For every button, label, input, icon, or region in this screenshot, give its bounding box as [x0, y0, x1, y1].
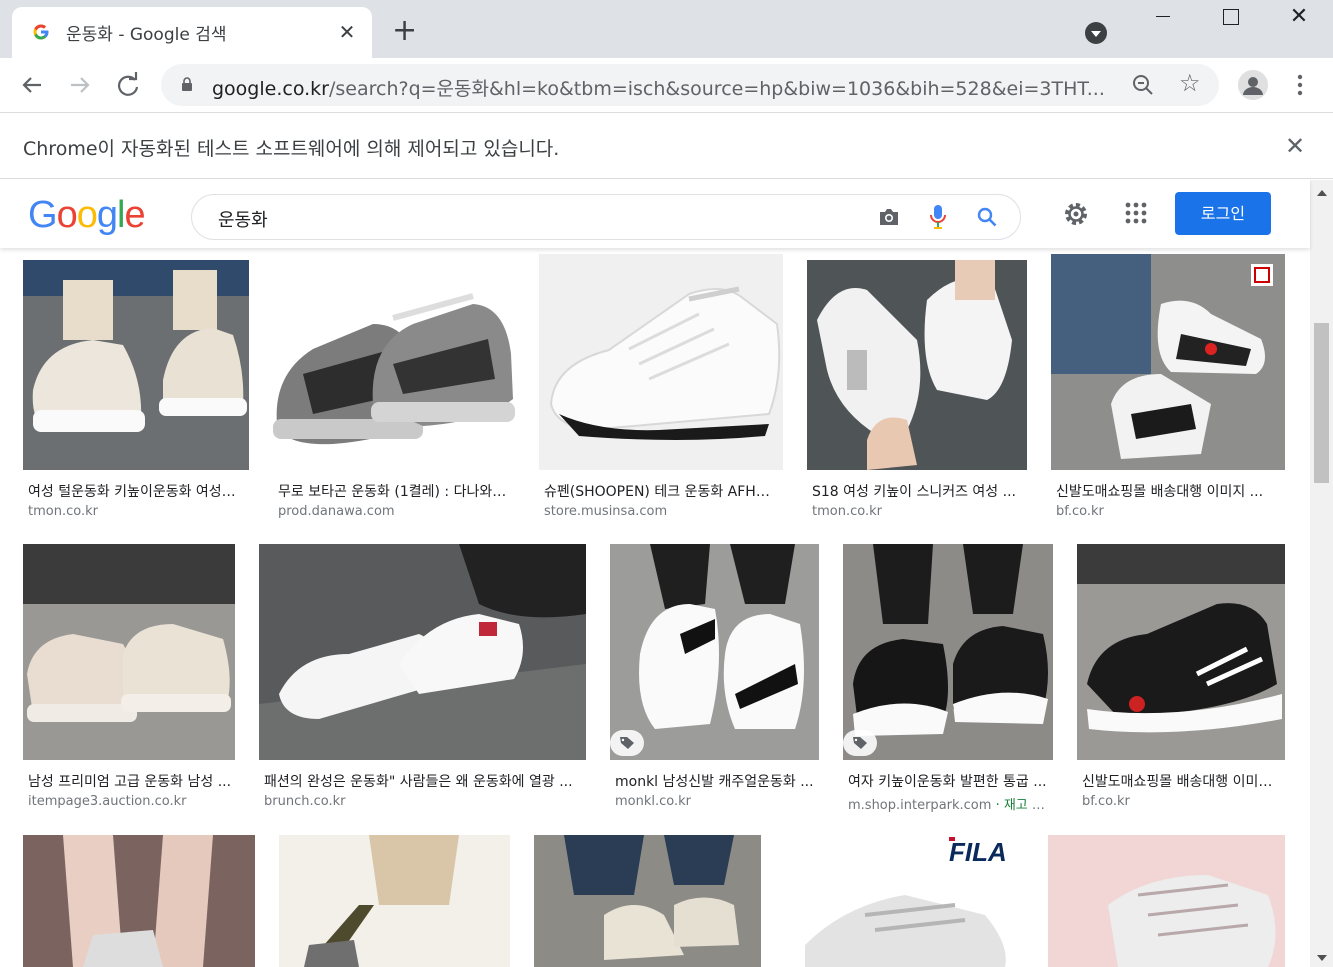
result-caption[interactable]: 슈펜(SHOOPEN) 테크 운동화 AFHRF ... — [544, 481, 778, 501]
page-scrollbar[interactable] — [1310, 180, 1333, 967]
google-header: Google 운동화 로그인 — [0, 180, 1310, 248]
image-result[interactable] — [1048, 835, 1285, 967]
browser-toolbar: google.co.kr/search?q=운동화&hl=ko&tbm=isch… — [0, 58, 1333, 113]
reload-icon[interactable] — [113, 70, 143, 100]
result-thumbnail[interactable] — [23, 544, 235, 760]
result-caption[interactable]: 여자 키높이운동화 발편한 통굽 ... — [848, 771, 1048, 791]
new-tab-button[interactable]: + — [392, 16, 417, 46]
search-input[interactable]: 운동화 — [218, 206, 268, 232]
in-stock-label: · 재고 있음 — [995, 798, 1048, 813]
image-result[interactable]: 패션의 완성은 운동화" 사람들은 왜 운동화에 열광 ... brunch.c… — [259, 544, 586, 812]
search-box[interactable]: 운동화 — [191, 194, 1021, 240]
tab-strip: 운동화 - Google 검색 ✕ + ✕ — [0, 0, 1333, 58]
image-result[interactable]: FILA — [785, 835, 1024, 967]
infobar-close-icon[interactable]: ✕ — [1285, 132, 1305, 160]
image-result[interactable]: 슈펜(SHOOPEN) 테크 운동화 AFHRF ... store.musin… — [539, 254, 783, 520]
result-thumbnail[interactable] — [843, 544, 1053, 760]
fila-logo: FILA — [949, 837, 1007, 867]
image-result[interactable]: 남성 프리미엄 고급 운동화 남성 ... itempage3.auction.… — [23, 544, 235, 812]
image-result[interactable] — [23, 835, 255, 967]
tab-search-icon[interactable] — [1085, 22, 1107, 44]
google-logo[interactable]: Google — [28, 194, 146, 237]
search-icon[interactable] — [976, 206, 998, 228]
forward-arrow-icon[interactable] — [65, 70, 95, 100]
result-source[interactable]: tmon.co.kr — [812, 504, 1022, 519]
url-text[interactable]: google.co.kr/search?q=운동화&hl=ko&tbm=isch… — [212, 74, 1122, 101]
result-caption[interactable]: S18 여성 키높이 스니커즈 여성 ... — [812, 481, 1022, 501]
scroll-down-icon[interactable] — [1317, 955, 1327, 961]
image-result[interactable] — [534, 835, 761, 967]
result-source[interactable]: tmon.co.kr — [28, 504, 243, 519]
result-source[interactable]: store.musinsa.com — [544, 504, 778, 519]
result-source[interactable]: itempage3.auction.co.kr — [28, 794, 233, 809]
image-result[interactable]: 무로 보타곤 운동화 (1켤레) : 다나와 ... prod.danawa.c… — [273, 254, 515, 520]
minimize-window-button[interactable] — [1138, 4, 1188, 32]
browser-tab[interactable]: 운동화 - Google 검색 ✕ — [12, 7, 372, 58]
image-result[interactable]: S18 여성 키높이 스니커즈 여성 ... tmon.co.kr — [807, 260, 1027, 520]
address-bar[interactable]: google.co.kr/search?q=운동화&hl=ko&tbm=isch… — [161, 64, 1219, 106]
automation-message: Chrome이 자동화된 테스트 소프트웨어에 의해 제어되고 있습니다. — [23, 138, 560, 160]
price-tag-icon — [853, 737, 867, 749]
result-source[interactable]: m.shop.interpark.com · 재고 있음 — [848, 794, 1048, 813]
result-source[interactable]: bf.co.kr — [1056, 504, 1280, 519]
scroll-up-icon[interactable] — [1317, 190, 1327, 196]
url-path: /search?q=운동화&hl=ko&tbm=isch&source=hp&b… — [328, 78, 1105, 100]
login-button[interactable]: 로그인 — [1175, 192, 1271, 235]
microphone-icon[interactable] — [930, 204, 946, 230]
lock-icon[interactable] — [181, 77, 193, 91]
maximize-window-button[interactable] — [1206, 4, 1256, 32]
profile-avatar-icon[interactable] — [1238, 70, 1268, 100]
tab-close-icon[interactable]: ✕ — [336, 21, 358, 43]
result-thumbnail[interactable] — [259, 544, 586, 760]
google-apps-icon[interactable] — [1125, 202, 1147, 224]
result-thumbnail[interactable] — [534, 835, 761, 967]
result-caption[interactable]: monkl 남성신발 캐주얼운동화 ... — [615, 771, 815, 791]
result-caption[interactable]: 신발도매쇼핑몰 배송대행 이미지 ... — [1082, 771, 1282, 791]
image-result[interactable]: monkl 남성신발 캐주얼운동화 ... monkl.co.kr — [610, 544, 819, 812]
result-caption[interactable]: 신발도매쇼핑몰 배송대행 이미지 ... — [1056, 481, 1280, 501]
bookmark-star-icon[interactable]: ☆ — [1179, 69, 1201, 97]
result-source[interactable]: bf.co.kr — [1082, 794, 1282, 809]
product-tag-badge — [843, 730, 877, 756]
result-thumbnail[interactable] — [23, 260, 249, 470]
settings-gear-icon[interactable] — [1062, 200, 1090, 228]
result-thumbnail[interactable]: FILA — [785, 835, 1024, 967]
close-window-button[interactable]: ✕ — [1274, 4, 1324, 32]
result-caption[interactable]: 남성 프리미엄 고급 운동화 남성 ... — [28, 771, 233, 791]
image-result[interactable]: 신발도매쇼핑몰 배송대행 이미지 ... bf.co.kr — [1051, 254, 1285, 520]
result-thumbnail[interactable] — [807, 260, 1027, 470]
zoom-icon[interactable] — [1131, 73, 1155, 97]
result-thumbnail[interactable] — [1077, 544, 1285, 760]
result-thumbnail[interactable] — [610, 544, 819, 760]
tab-title: 운동화 - Google 검색 — [66, 25, 227, 45]
url-host: google.co.kr — [212, 78, 329, 100]
result-caption[interactable]: 패션의 완성은 운동화" 사람들은 왜 운동화에 열광 ... — [264, 771, 584, 791]
back-arrow-icon[interactable] — [17, 70, 47, 100]
image-result[interactable]: 신발도매쇼핑몰 배송대행 이미지 ... bf.co.kr — [1077, 544, 1285, 812]
image-result[interactable] — [279, 835, 510, 967]
result-thumbnail[interactable] — [23, 835, 255, 967]
result-source[interactable]: brunch.co.kr — [264, 794, 584, 809]
camera-search-icon[interactable] — [878, 208, 900, 226]
price-tag-icon — [620, 737, 634, 749]
image-result[interactable]: 여자 키높이운동화 발편한 통굽 ... m.shop.interpark.co… — [843, 544, 1053, 813]
chrome-menu-icon[interactable] — [1290, 72, 1310, 98]
result-thumbnail[interactable] — [279, 835, 510, 967]
google-g-icon — [33, 24, 49, 40]
result-thumbnail[interactable] — [1048, 835, 1285, 967]
result-thumbnail[interactable] — [539, 254, 783, 470]
result-caption[interactable]: 무로 보타곤 운동화 (1켤레) : 다나와 ... — [278, 481, 510, 501]
result-source[interactable]: monkl.co.kr — [615, 794, 815, 809]
result-source[interactable]: prod.danawa.com — [278, 504, 510, 519]
result-thumbnail[interactable] — [1051, 254, 1285, 470]
automation-infobar: Chrome이 자동화된 테스트 소프트웨어에 의해 제어되고 있습니다. ✕ — [0, 113, 1333, 179]
scroll-thumb[interactable] — [1314, 323, 1329, 483]
result-caption[interactable]: 여성 털운동화 키높이운동화 여성스니커즈 ... — [28, 481, 243, 501]
result-thumbnail[interactable] — [273, 254, 515, 470]
page-viewport: Google 운동화 로그인 여성 털운동화 키높이운동화 여성스 tmon.c… — [0, 180, 1333, 967]
product-tag-badge — [610, 730, 644, 756]
image-result[interactable]: 여성 털운동화 키높이운동화 여성스니커즈 ... tmon.co.kr — [23, 260, 249, 520]
